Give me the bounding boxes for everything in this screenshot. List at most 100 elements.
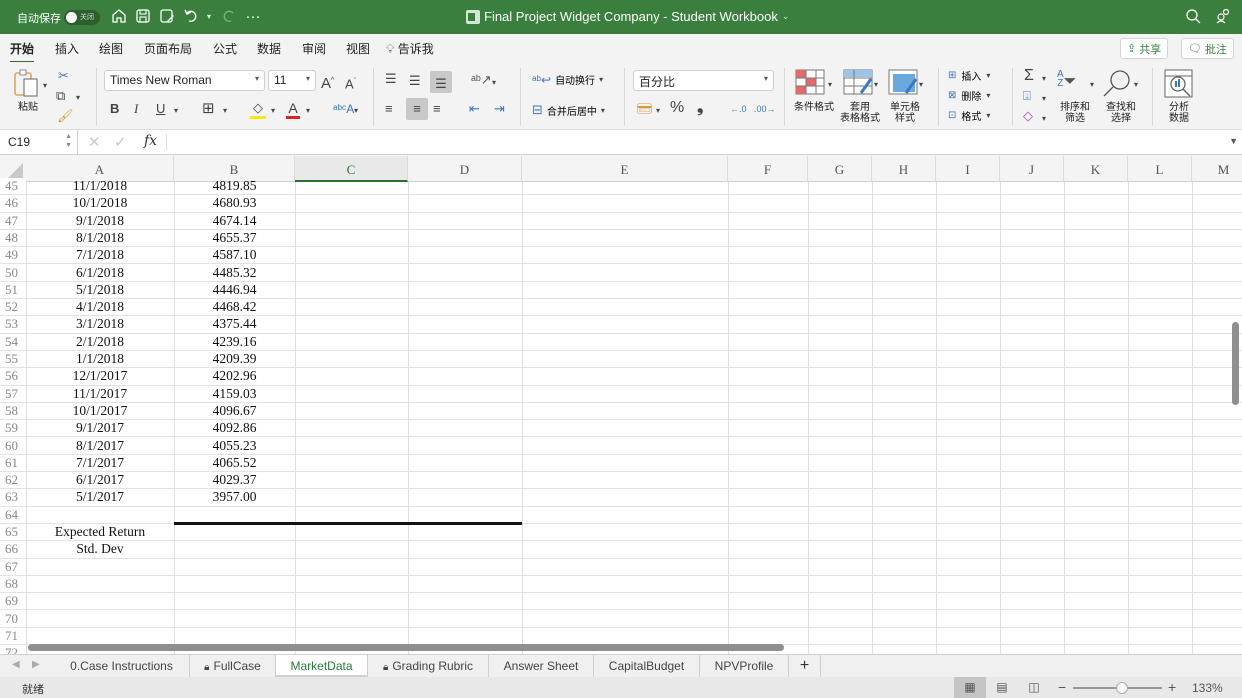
add-sheet-button[interactable]: + <box>789 655 821 677</box>
row-header[interactable]: 70 <box>0 610 26 627</box>
conditional-formatting-dropdown-icon[interactable]: ▾ <box>828 76 832 94</box>
sheet-tab[interactable]: 🔒︎ Grading Rubric <box>368 655 489 677</box>
sheet-tab[interactable]: CapitalBudget <box>594 655 700 677</box>
cell-a[interactable]: 4/1/2018 <box>26 299 174 315</box>
row-header[interactable]: 46 <box>0 195 26 212</box>
cell-a[interactable]: 9/1/2018 <box>26 213 174 229</box>
expand-formula-bar-icon[interactable]: ▼ <box>1229 136 1238 146</box>
clear-icon[interactable]: ◇ <box>1023 107 1033 125</box>
name-box-spinner-icon[interactable]: ▲ ▼ <box>65 132 72 150</box>
cell-b[interactable]: 4029.37 <box>174 472 295 488</box>
format-as-table-dropdown-icon[interactable]: ▾ <box>874 76 878 94</box>
wrap-text-button[interactable]: ᵃᵇ↩ 自动换行 ▾ <box>532 72 603 88</box>
paste-icon[interactable] <box>12 68 42 100</box>
row-header[interactable]: 71 <box>0 627 26 645</box>
row-header[interactable]: 59 <box>0 420 26 437</box>
zoom-percentage[interactable]: 133% <box>1192 681 1223 695</box>
tab-data[interactable]: 数据 <box>257 40 281 57</box>
fill-color-icon[interactable]: ◇ <box>250 99 266 119</box>
underline-dropdown-icon[interactable]: ▾ <box>174 102 178 120</box>
insert-cells-button[interactable]: ⊞ 插入 ▾ <box>948 68 990 83</box>
cell-b[interactable]: 3957.00 <box>174 489 295 505</box>
cell-a[interactable] <box>26 593 174 609</box>
increase-decimal-icon[interactable]: ←.0 <box>730 100 747 118</box>
home-icon[interactable] <box>110 8 128 26</box>
borders-icon[interactable]: ⊞ <box>202 100 215 118</box>
align-center-icon[interactable]: ≡ <box>406 98 428 120</box>
cell-b[interactable]: 4096.67 <box>174 403 295 419</box>
text-effects-dropdown-icon[interactable]: ▾ <box>354 102 358 120</box>
insert-function-icon[interactable]: fx <box>144 133 157 149</box>
comma-button[interactable]: ❟ <box>697 99 703 117</box>
row-header[interactable]: 49 <box>0 247 26 264</box>
cell-a[interactable]: 6/1/2017 <box>26 472 174 488</box>
cell-a[interactable]: 7/1/2017 <box>26 455 174 471</box>
sheet-tab[interactable]: Answer Sheet <box>489 655 594 677</box>
cut-icon[interactable]: ✂ <box>58 67 69 85</box>
row-header[interactable]: 72 <box>0 645 26 654</box>
cell-b[interactable]: 4485.32 <box>174 265 295 281</box>
horizontal-scrollbar[interactable] <box>28 644 784 651</box>
decrease-font-size-icon[interactable]: Aˇ <box>345 73 356 93</box>
row-header[interactable]: 68 <box>0 575 26 593</box>
font-name-dropdown[interactable]: Times New Roman ▾ <box>104 70 265 91</box>
align-left-icon[interactable]: ≡ <box>385 100 393 118</box>
cell-b[interactable]: 4092.86 <box>174 420 295 436</box>
align-top-icon[interactable]: ☰ <box>385 70 397 88</box>
cell-b[interactable]: 4202.96 <box>174 368 295 384</box>
decrease-indent-icon[interactable]: ⇤ <box>469 100 480 118</box>
cell-b[interactable]: 4209.39 <box>174 351 295 367</box>
tab-home[interactable]: 开始 <box>10 40 35 64</box>
cell-b[interactable]: 4674.14 <box>174 213 295 229</box>
format-cells-button[interactable]: ⊡ 格式 ▾ <box>948 108 990 123</box>
cell-b[interactable]: 4375.44 <box>174 316 295 332</box>
row-header[interactable]: 58 <box>0 402 26 420</box>
orientation-icon[interactable]: ᵃᵇ↗ <box>471 71 492 89</box>
cell-a[interactable]: Expected Return <box>26 524 174 540</box>
sheet-tab[interactable]: MarketData <box>276 655 368 677</box>
paste-dropdown-icon[interactable]: ▾ <box>43 77 47 95</box>
format-painter-icon[interactable]: 🖌︎ <box>57 107 74 125</box>
zoom-in-icon[interactable]: + <box>1168 679 1176 695</box>
share-button[interactable]: ⇪ 共享 <box>1120 38 1169 59</box>
row-header[interactable]: 56 <box>0 368 26 385</box>
cell-b[interactable] <box>174 593 295 609</box>
conditional-formatting-icon[interactable] <box>794 69 826 97</box>
underline-button[interactable]: U <box>156 100 165 118</box>
undo-dropdown-icon[interactable]: ▾ <box>200 8 218 26</box>
decrease-decimal-icon[interactable]: .00→ <box>754 100 776 118</box>
cell-b[interactable] <box>174 524 295 540</box>
accounting-format-icon[interactable]: 💳︎ <box>636 100 653 118</box>
comments-button[interactable]: 🗨︎ 批注 <box>1181 38 1234 59</box>
save-as-icon[interactable] <box>158 8 176 26</box>
row-header[interactable]: 63 <box>0 489 26 506</box>
row-header[interactable]: 51 <box>0 281 26 299</box>
cell-b[interactable]: 4239.16 <box>174 334 295 350</box>
cell-b[interactable]: 4159.03 <box>174 386 295 402</box>
cell-a[interactable]: Std. Dev <box>26 541 174 557</box>
fill-color-dropdown-icon[interactable]: ▾ <box>271 102 275 120</box>
cell-b[interactable] <box>174 507 295 523</box>
row-header[interactable]: 54 <box>0 333 26 350</box>
align-right-icon[interactable]: ≡ <box>433 100 441 118</box>
sheet-tab[interactable]: NPVProfile <box>700 655 789 677</box>
cell-b[interactable] <box>174 559 295 575</box>
vertical-scrollbar[interactable] <box>1232 322 1239 405</box>
autosum-icon[interactable]: Σ <box>1024 67 1034 85</box>
row-header[interactable]: 45 <box>0 178 26 195</box>
cell-b[interactable]: 4819.85 <box>174 178 295 194</box>
bold-button[interactable]: B <box>110 100 119 118</box>
zoom-out-icon[interactable]: − <box>1058 679 1066 695</box>
row-header[interactable]: 67 <box>0 558 26 575</box>
fill-icon[interactable]: ⍗ <box>1023 87 1031 105</box>
search-icon[interactable] <box>1184 8 1202 26</box>
sheet-tab[interactable]: 0.Case Instructions <box>54 655 190 677</box>
cell-a[interactable] <box>26 576 174 592</box>
analyze-data-icon[interactable] <box>1163 68 1195 100</box>
document-title[interactable]: Final Project Widget Company - Student W… <box>466 9 789 24</box>
cell-a[interactable]: 6/1/2018 <box>26 265 174 281</box>
row-header[interactable]: 52 <box>0 299 26 316</box>
cell-a[interactable]: 12/1/2017 <box>26 368 174 384</box>
cell-a[interactable]: 9/1/2017 <box>26 420 174 436</box>
cell-a[interactable]: 2/1/2018 <box>26 334 174 350</box>
